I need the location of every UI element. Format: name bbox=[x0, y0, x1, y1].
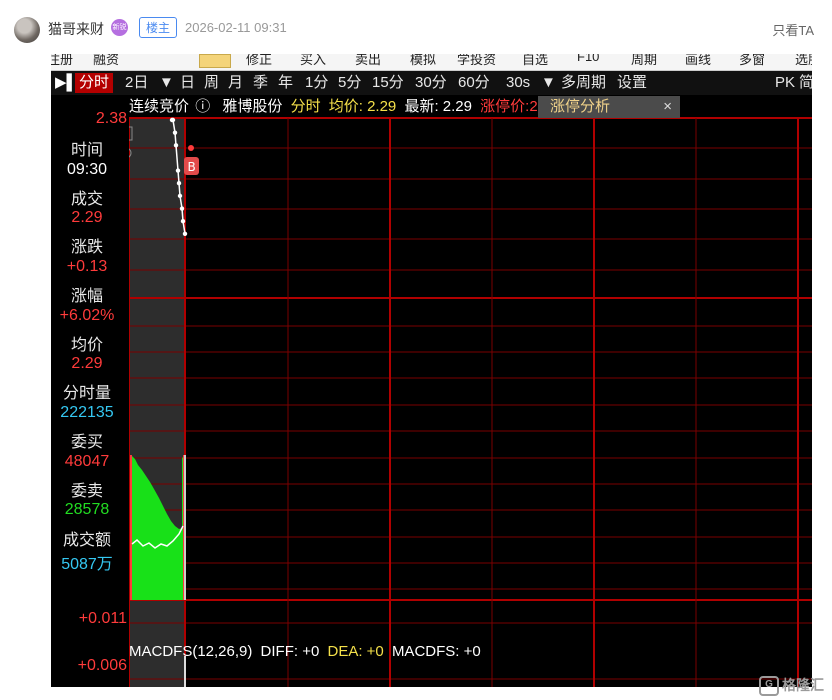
menu-item[interactable]: 买入 bbox=[300, 54, 326, 68]
menu-item[interactable]: 周期 bbox=[631, 54, 657, 68]
tab-30min[interactable]: 30分 bbox=[415, 73, 447, 93]
tab-1min[interactable]: 1分 bbox=[305, 73, 328, 93]
avatar[interactable] bbox=[14, 17, 40, 43]
menu-item[interactable]: 融资 bbox=[93, 54, 119, 68]
avg-label: 均价 bbox=[70, 337, 103, 354]
time-label: 时间 bbox=[70, 142, 103, 159]
play-icon[interactable]: ▶▌ bbox=[55, 73, 77, 93]
auction-period-shade bbox=[129, 118, 185, 687]
price-point bbox=[172, 130, 178, 135]
chart-header: 连续竞价 ⓘ 雅博股份 分时 均价: 2.29 最新: 2.29 涨停价:2.3 bbox=[129, 96, 550, 118]
close-icon-glyph: × bbox=[129, 128, 130, 141]
close-icon[interactable]: × bbox=[663, 96, 672, 118]
chevron-down-icon[interactable]: ▼ bbox=[541, 73, 556, 93]
tab-year[interactable]: 年 bbox=[278, 73, 293, 93]
gelonghui-icon: G bbox=[759, 676, 779, 696]
avg-price: 均价: 2.29 bbox=[328, 98, 397, 115]
volume-label: 分时量 bbox=[62, 385, 111, 402]
limit-up-analysis-tab[interactable]: 涨停分析 × bbox=[538, 96, 680, 118]
tab-multi-period[interactable]: 多周期 bbox=[561, 73, 606, 93]
price-point bbox=[175, 168, 181, 173]
view-mode: 分时 bbox=[290, 98, 321, 115]
tab-intraday[interactable]: 分时 bbox=[75, 73, 114, 93]
price-point bbox=[180, 218, 186, 224]
macd-name: MACDFS(12,26,9) bbox=[129, 643, 253, 660]
chart-area[interactable]: × B 连续竞价 ⓘ 雅博股份 分时 均价: 2.29 最新: 2.29 bbox=[129, 96, 812, 687]
price-point bbox=[177, 193, 183, 199]
tab-month[interactable]: 月 bbox=[228, 73, 243, 93]
menu-item[interactable]: 自选 bbox=[522, 54, 548, 68]
latest-price: 最新: 2.29 bbox=[404, 98, 472, 115]
tab-30s[interactable]: 30s bbox=[506, 73, 530, 93]
post-header: 猫哥来财 新锐 楼主 2026-02-11 09:31 只看TA bbox=[0, 0, 832, 54]
username[interactable]: 猫哥来财 bbox=[48, 19, 104, 39]
macd-diff: DIFF: +0 bbox=[260, 643, 320, 660]
price-point bbox=[176, 181, 182, 186]
change-value: +0.13 bbox=[66, 258, 108, 275]
macd-axis-label-1: +0.011 bbox=[78, 610, 127, 627]
deal-value: 2.29 bbox=[71, 209, 103, 226]
tab-day[interactable]: 日 bbox=[180, 73, 195, 93]
menu-item[interactable]: 选股 bbox=[795, 54, 812, 68]
bid-value: 48047 bbox=[64, 453, 110, 470]
menu-item[interactable]: F10 bbox=[577, 54, 599, 64]
info-icon[interactable]: ⓘ bbox=[195, 98, 210, 115]
volume-value: 222135 bbox=[60, 404, 114, 421]
macd-dea: DEA: +0 bbox=[327, 643, 384, 660]
price-point bbox=[179, 206, 185, 211]
change-label: 涨跌 bbox=[70, 239, 103, 256]
ask-label: 委卖 bbox=[70, 483, 103, 500]
watermark-logo: G 格隆汇 bbox=[759, 675, 824, 696]
menu-item[interactable]: 多窗 bbox=[739, 54, 765, 68]
tab-60min[interactable]: 60分 bbox=[458, 73, 490, 93]
tab-2day[interactable]: 2日 bbox=[125, 73, 148, 93]
stock-chart-screenshot: 注册 融资 修正 买入 卖出 模拟 学投资 自选 F10 周期 画线 多窗 选股… bbox=[51, 54, 812, 687]
menu-item[interactable]: 注册 bbox=[51, 54, 73, 68]
menu-item[interactable]: 画线 bbox=[685, 54, 711, 68]
tab-title: 涨停分析 bbox=[550, 98, 611, 115]
menu-item[interactable]: 学投资 bbox=[457, 54, 496, 68]
avg-value: 2.29 bbox=[71, 355, 103, 372]
tab-15min[interactable]: 15分 bbox=[372, 73, 404, 93]
macd-header: MACDFS(12,26,9) DIFF: +0 DEA: +0 MACDFS:… bbox=[129, 641, 481, 663]
period-toolbar: ▶▌ 分时 2日 ▼ 日 周 月 季 年 1分 5分 15分 30分 60分 3… bbox=[51, 71, 812, 95]
quote-info-panel: 2.38 时间 09:30 成交 2.29 涨跌 +0.13 涨幅 +6.02%… bbox=[51, 96, 129, 687]
stock-name[interactable]: 雅博股份 bbox=[222, 98, 282, 115]
only-ta-link[interactable]: 只看TA bbox=[772, 20, 814, 39]
bid-label: 委买 bbox=[70, 434, 103, 451]
owner-tag: 楼主 bbox=[139, 17, 178, 38]
post-time: 2026-02-11 09:31 bbox=[185, 20, 287, 35]
menu-item[interactable]: 卖出 bbox=[355, 54, 381, 68]
macd-value: MACDFS: +0 bbox=[391, 643, 481, 660]
pct-value: +6.02% bbox=[59, 307, 115, 324]
amount-value: 5087万 bbox=[61, 556, 113, 573]
menu-item[interactable]: 模拟 bbox=[410, 54, 436, 68]
chart-grid: × B bbox=[129, 117, 812, 687]
pct-label: 涨幅 bbox=[70, 288, 103, 305]
price-axis-top: 2.38 bbox=[95, 110, 127, 127]
trading-mode: 连续竞价 bbox=[129, 98, 190, 115]
settings-button[interactable]: 设置 bbox=[617, 73, 647, 93]
ask-value: 28578 bbox=[64, 501, 110, 518]
price-point bbox=[173, 143, 179, 148]
tab-quarter[interactable]: 季 bbox=[253, 73, 268, 93]
simple-mode-button[interactable]: 简 bbox=[799, 73, 812, 93]
menu-strip: 注册 融资 修正 买入 卖出 模拟 学投资 自选 F10 周期 画线 多窗 选股 bbox=[51, 54, 812, 71]
time-value: 09:30 bbox=[66, 161, 108, 178]
tab-week[interactable]: 周 bbox=[204, 73, 219, 93]
buy-dot bbox=[188, 145, 194, 151]
chevron-down-icon[interactable]: ▼ bbox=[159, 73, 174, 93]
dropdown-button[interactable] bbox=[199, 54, 231, 68]
new-user-badge: 新锐 bbox=[111, 19, 128, 36]
buy-marker-label: B bbox=[188, 160, 196, 174]
menu-item[interactable]: 修正 bbox=[246, 54, 272, 68]
deal-label: 成交 bbox=[70, 191, 103, 208]
price-point bbox=[182, 231, 188, 237]
pk-button[interactable]: PK bbox=[775, 73, 795, 93]
amount-label: 成交额 bbox=[62, 532, 111, 549]
macd-axis-label-2: +0.006 bbox=[77, 657, 127, 674]
tab-5min[interactable]: 5分 bbox=[338, 73, 361, 93]
price-point bbox=[170, 117, 176, 123]
